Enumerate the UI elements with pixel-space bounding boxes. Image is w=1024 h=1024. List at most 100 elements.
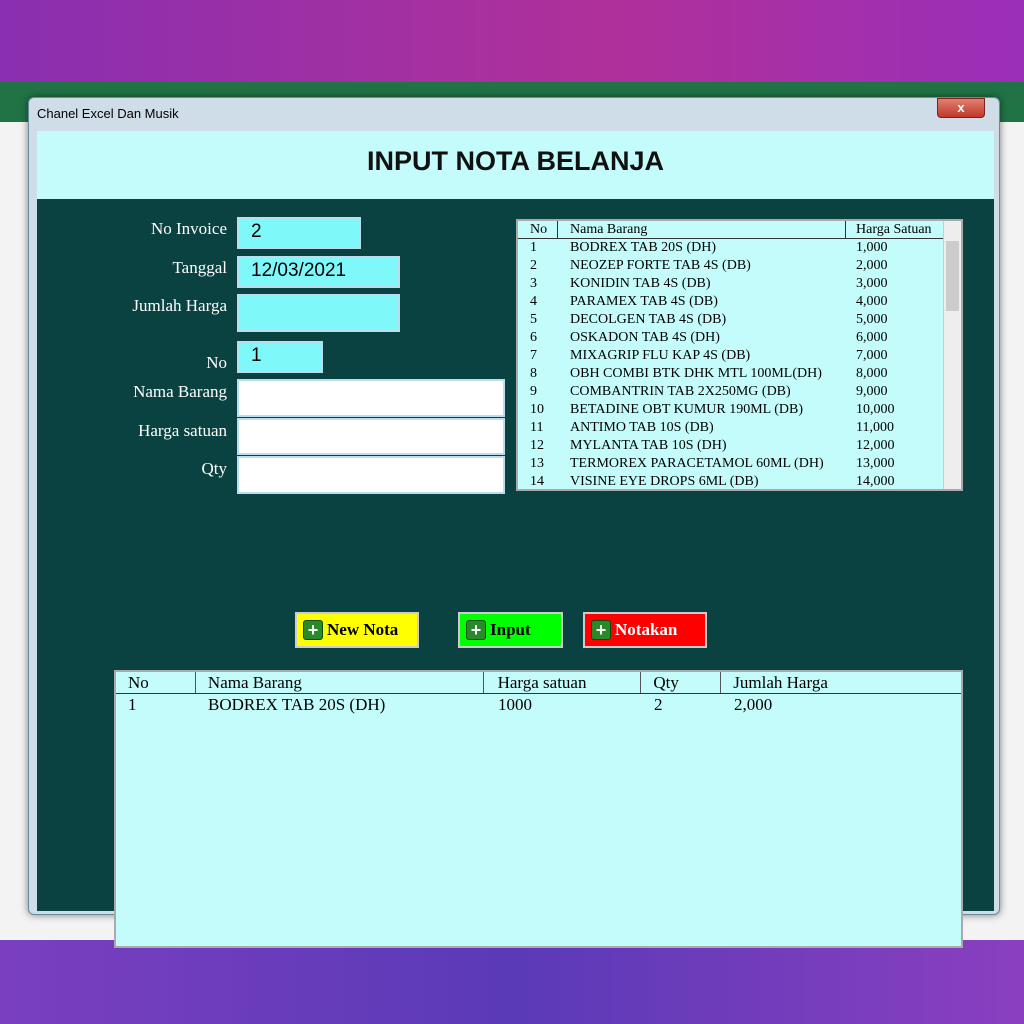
list-cell: TERMOREX PARACETAMOL 60ML (DH) bbox=[570, 456, 824, 471]
col-harga-satuan: Harga Satuan bbox=[856, 222, 932, 237]
list-item[interactable]: 3 KONIDIN TAB 4S (DB) 3,000 bbox=[518, 275, 961, 293]
harga-satuan-field[interactable] bbox=[237, 418, 505, 455]
list-cell: 5 bbox=[530, 312, 537, 327]
label-harga-satuan: Harga satuan bbox=[138, 421, 227, 440]
window-title: Chanel Excel Dan Musik bbox=[37, 106, 179, 121]
list-item[interactable]: 9 COMBANTRIN TAB 2X250MG (DB) 9,000 bbox=[518, 383, 961, 401]
list-item[interactable]: 4 PARAMEX TAB 4S (DB) 4,000 bbox=[518, 293, 961, 311]
list-item[interactable]: 11 ANTIMO TAB 10S (DB) 11,000 bbox=[518, 419, 961, 437]
col-harga-satuan: Harga satuan bbox=[484, 672, 642, 693]
list-cell: PARAMEX TAB 4S (DB) bbox=[570, 294, 718, 309]
list-cell: VISINE EYE DROPS 6ML (DB) bbox=[570, 474, 759, 489]
decorative-band bbox=[0, 940, 1024, 1024]
nota-listbox[interactable]: No Nama Barang Harga satuan Qty Jumlah H… bbox=[114, 670, 963, 948]
close-button[interactable]: x bbox=[937, 98, 985, 118]
list-cell: DECOLGEN TAB 4S (DB) bbox=[570, 312, 727, 327]
table-cell: BODREX TAB 20S (DH) bbox=[208, 695, 386, 714]
label-no-invoice: No Invoice bbox=[150, 219, 227, 238]
input-button[interactable]: + Input bbox=[458, 612, 563, 648]
list-item[interactable]: 14 VISINE EYE DROPS 6ML (DB) 14,000 bbox=[518, 473, 961, 489]
list-cell: 9 bbox=[530, 384, 537, 399]
list-cell: COMBANTRIN TAB 2X250MG (DB) bbox=[570, 384, 791, 399]
list-cell: NEOZEP FORTE TAB 4S (DB) bbox=[570, 258, 751, 273]
list-item[interactable]: 13 TERMOREX PARACETAMOL 60ML (DH) 13,000 bbox=[518, 455, 961, 473]
tanggal-field[interactable]: 12/03/2021 bbox=[237, 256, 400, 288]
list-item[interactable]: 7 MIXAGRIP FLU KAP 4S (DB) 7,000 bbox=[518, 347, 961, 365]
label-qty: Qty bbox=[201, 459, 228, 478]
list-cell: 10,000 bbox=[856, 402, 895, 417]
list-cell: 11,000 bbox=[856, 420, 894, 435]
list-cell: 6 bbox=[530, 330, 537, 345]
list-cell: 14,000 bbox=[856, 474, 895, 489]
label-jumlah-harga: Jumlah Harga bbox=[132, 296, 227, 315]
list-cell: 9,000 bbox=[856, 384, 888, 399]
table-row[interactable]: 1 BODREX TAB 20S (DH) 1000 2 2,000 bbox=[116, 694, 961, 716]
plus-icon: + bbox=[591, 620, 611, 640]
form-body: INPUT NOTA BELANJA No Invoice 2 Tanggal … bbox=[37, 131, 994, 948]
table-cell: 1000 bbox=[498, 695, 532, 714]
table-cell: 1 bbox=[128, 695, 137, 714]
list-cell: 5,000 bbox=[856, 312, 888, 327]
list-item[interactable]: 5 DECOLGEN TAB 4S (DB) 5,000 bbox=[518, 311, 961, 329]
list-item[interactable]: 6 OSKADON TAB 4S (DH) 6,000 bbox=[518, 329, 961, 347]
list-cell: 8 bbox=[530, 366, 537, 381]
nama-barang-field[interactable] bbox=[237, 379, 505, 417]
list-cell: 10 bbox=[530, 402, 544, 417]
col-no: No bbox=[518, 221, 558, 238]
notakan-button[interactable]: + Notakan bbox=[583, 612, 707, 648]
list-cell: MIXAGRIP FLU KAP 4S (DB) bbox=[570, 348, 751, 363]
no-invoice-field[interactable]: 2 bbox=[237, 217, 361, 249]
page-title: INPUT NOTA BELANJA bbox=[37, 131, 994, 199]
list-cell: 13 bbox=[530, 456, 544, 471]
list-cell: BETADINE OBT KUMUR 190ML (DB) bbox=[570, 402, 803, 417]
list-cell: 2,000 bbox=[856, 258, 888, 273]
table-cell: 2 bbox=[654, 695, 663, 714]
input-label: Input bbox=[490, 620, 531, 639]
col-jumlah-harga: Jumlah Harga bbox=[733, 673, 828, 692]
list-cell: 6,000 bbox=[856, 330, 888, 345]
nota-header: No Nama Barang Harga satuan Qty Jumlah H… bbox=[116, 672, 961, 694]
plus-icon: + bbox=[303, 620, 323, 640]
list-cell: 4 bbox=[530, 294, 537, 309]
list-cell: 7 bbox=[530, 348, 537, 363]
list-cell: 7,000 bbox=[856, 348, 888, 363]
label-tanggal: Tanggal bbox=[172, 258, 227, 277]
new-nota-label: New Nota bbox=[327, 620, 399, 639]
list-cell: 3 bbox=[530, 276, 537, 291]
list-item[interactable]: 2 NEOZEP FORTE TAB 4S (DB) 2,000 bbox=[518, 257, 961, 275]
list-item[interactable]: 1 BODREX TAB 20S (DH) 1,000 bbox=[518, 239, 961, 257]
qty-field[interactable] bbox=[237, 456, 505, 494]
list-cell: 4,000 bbox=[856, 294, 888, 309]
items-listbox[interactable]: No Nama Barang Harga Satuan 1 BODREX TAB … bbox=[516, 219, 963, 491]
col-nama-barang: Nama Barang bbox=[196, 672, 484, 693]
list-item[interactable]: 10 BETADINE OBT KUMUR 190ML (DB) 10,000 bbox=[518, 401, 961, 419]
list-cell: MYLANTA TAB 10S (DH) bbox=[570, 438, 727, 453]
list-cell: 8,000 bbox=[856, 366, 888, 381]
list-cell: 11 bbox=[530, 420, 544, 435]
notakan-label: Notakan bbox=[615, 620, 678, 639]
list-cell: BODREX TAB 20S (DH) bbox=[570, 240, 717, 255]
list-cell: KONIDIN TAB 4S (DB) bbox=[570, 276, 711, 291]
label-nama-barang: Nama Barang bbox=[133, 382, 227, 401]
userform-window: Chanel Excel Dan Musik x INPUT NOTA BELA… bbox=[28, 97, 1000, 948]
list-cell: 14 bbox=[530, 474, 544, 489]
no-field[interactable]: 1 bbox=[237, 341, 323, 373]
listbox-scrollbar[interactable] bbox=[943, 221, 961, 489]
list-cell: 12 bbox=[530, 438, 544, 453]
col-qty: Qty bbox=[641, 672, 722, 693]
listbox-header: No Nama Barang Harga Satuan bbox=[518, 221, 961, 239]
jumlah-harga-field[interactable] bbox=[237, 294, 400, 332]
list-cell: 13,000 bbox=[856, 456, 895, 471]
list-cell: ANTIMO TAB 10S (DB) bbox=[570, 420, 714, 435]
list-cell: 12,000 bbox=[856, 438, 895, 453]
list-cell: 3,000 bbox=[856, 276, 888, 291]
list-cell: OBH COMBI BTK DHK MTL 100ML(DH) bbox=[570, 366, 822, 381]
scroll-thumb[interactable] bbox=[946, 241, 959, 311]
new-nota-button[interactable]: + New Nota bbox=[295, 612, 419, 648]
list-item[interactable]: 12 MYLANTA TAB 10S (DH) 12,000 bbox=[518, 437, 961, 455]
table-cell: 2,000 bbox=[734, 695, 773, 714]
list-cell: 1,000 bbox=[856, 240, 888, 255]
col-no: No bbox=[116, 672, 196, 693]
list-cell: OSKADON TAB 4S (DH) bbox=[570, 330, 720, 345]
list-item[interactable]: 8 OBH COMBI BTK DHK MTL 100ML(DH) 8,000 bbox=[518, 365, 961, 383]
